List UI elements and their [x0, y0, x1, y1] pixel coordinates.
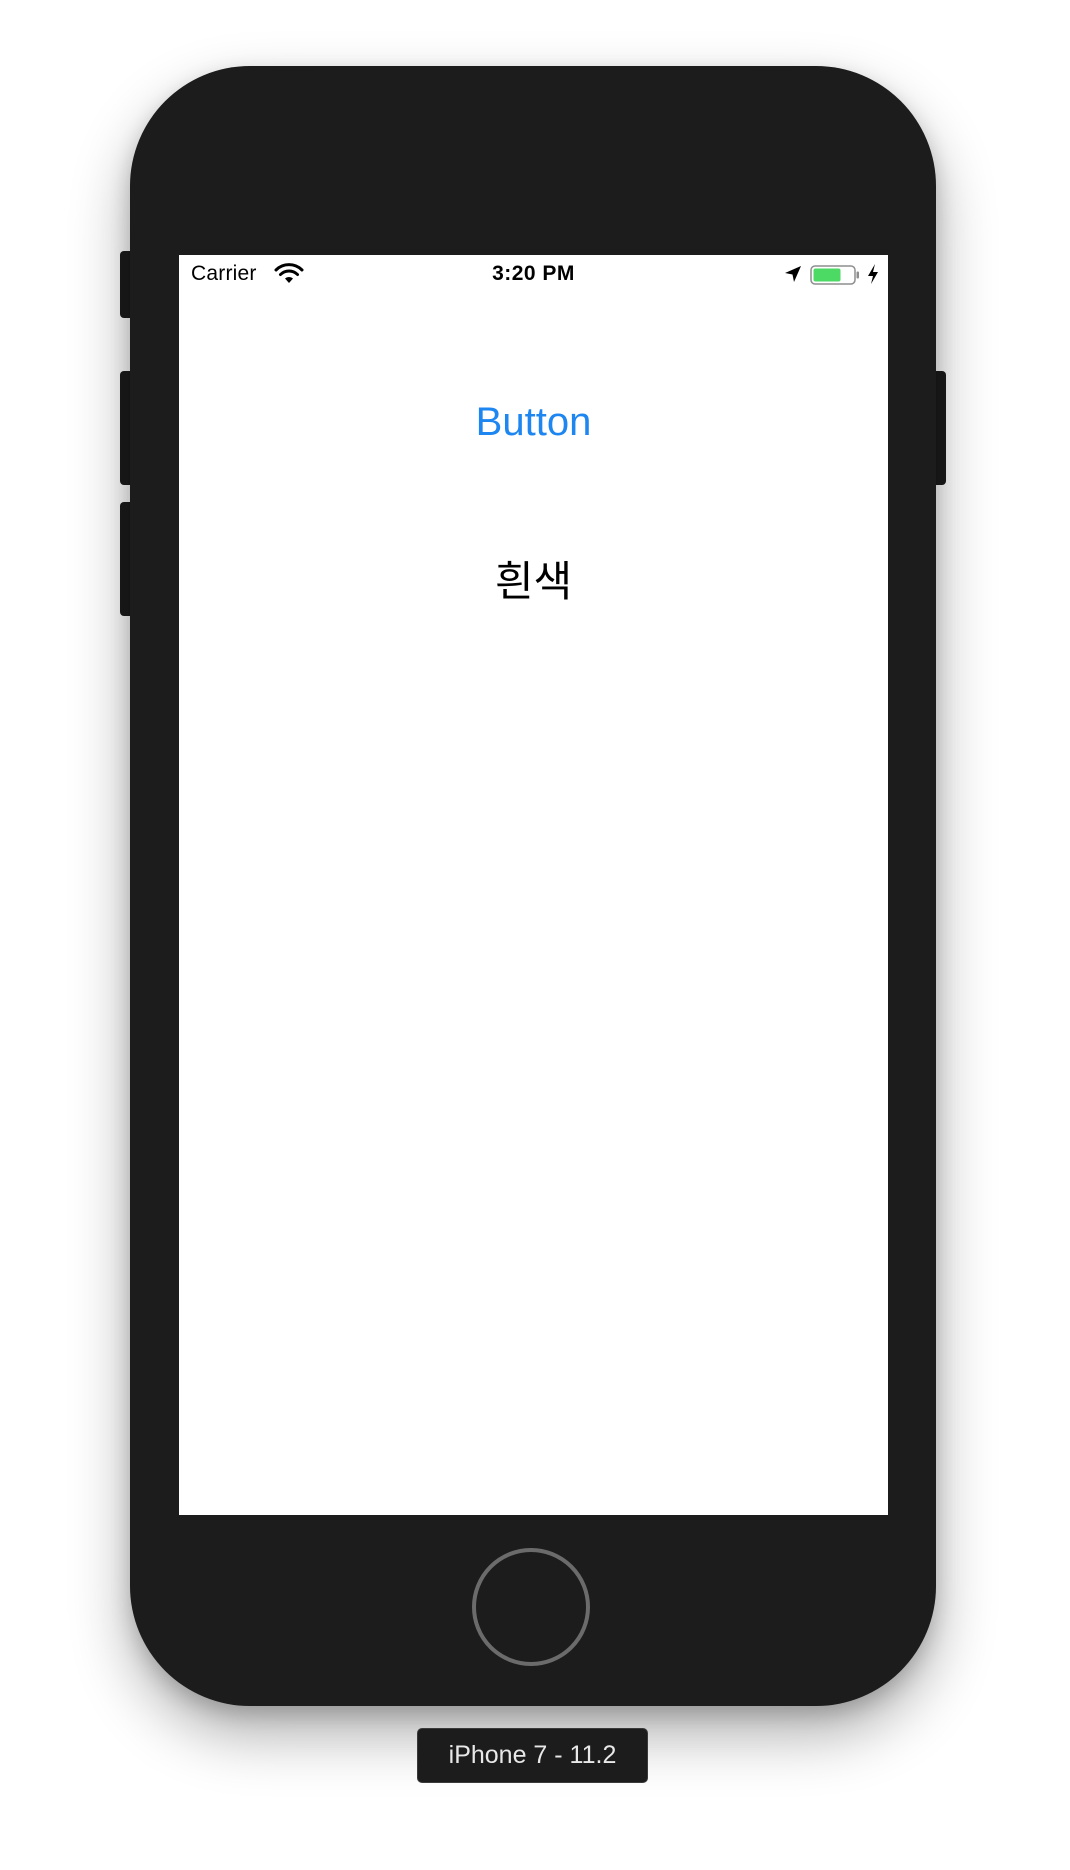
color-label: 흰색 [494, 558, 573, 605]
main-button[interactable]: Button [179, 400, 888, 445]
home-button[interactable] [472, 1548, 590, 1666]
device-screen: Carrier 3:20 PM Button 흰색 [179, 255, 888, 1515]
simulator-window: Carrier 3:20 PM Button 흰색 iPhone 7 - 11.… [0, 0, 1070, 1870]
device-label: iPhone 7 - 11.2 [417, 1728, 648, 1783]
status-time: 3:20 PM [492, 262, 575, 285]
charging-bolt-icon [868, 264, 878, 284]
status-bar: Carrier 3:20 PM [179, 255, 888, 291]
battery-icon [810, 265, 859, 285]
location-icon [785, 266, 801, 282]
